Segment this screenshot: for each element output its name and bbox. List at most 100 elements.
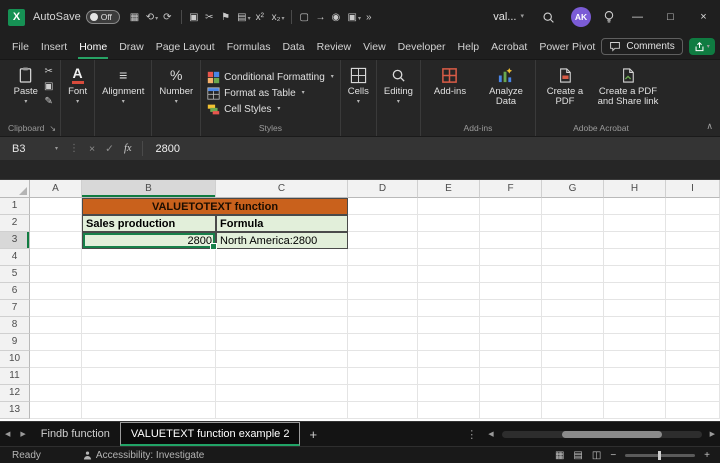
cell-I10[interactable] [666,351,720,368]
cell-E5[interactable] [418,266,480,283]
cell-F12[interactable] [480,385,542,402]
clipboard-dialog-launcher[interactable]: ↘ [49,124,56,133]
cell-E1[interactable] [418,198,480,215]
cell-I5[interactable] [666,266,720,283]
cell-A10[interactable] [30,351,82,368]
zoom-out-button[interactable]: − [610,450,616,461]
forward-icon[interactable]: → [313,10,328,25]
cell-C4[interactable] [216,249,348,266]
cell-G5[interactable] [542,266,604,283]
cell-H1[interactable] [604,198,666,215]
cell-H12[interactable] [604,385,666,402]
cell-G4[interactable] [542,249,604,266]
cell-D7[interactable] [348,300,418,317]
cell-B13[interactable] [82,402,216,419]
cell-I13[interactable] [666,402,720,419]
normal-view-icon[interactable]: ▦ [555,450,564,461]
cell-B11[interactable] [82,368,216,385]
ribbon-tab-power-pivot[interactable]: Power Pivot [533,34,601,59]
cell-B2[interactable]: Sales production [82,215,216,232]
cell-D8[interactable] [348,317,418,334]
cell-A2[interactable] [30,215,82,232]
cell-D4[interactable] [348,249,418,266]
cell-B6[interactable] [82,283,216,300]
cell-I9[interactable] [666,334,720,351]
new-file-icon[interactable]: ▢ [297,10,312,25]
column-header-G[interactable]: G [542,180,604,198]
save-icon[interactable]: ▦ [128,10,143,25]
flag-icon[interactable]: ⚑ [219,10,234,25]
cell-A6[interactable] [30,283,82,300]
ribbon-tab-file[interactable]: File [6,34,35,59]
sheet-nav-right-icon[interactable]: ▶ [15,430,30,438]
column-header-E[interactable]: E [418,180,480,198]
confirm-entry-icon[interactable]: ✓ [100,143,119,155]
cell-H13[interactable] [604,402,666,419]
maximize-button[interactable]: □ [654,0,687,34]
cell-G6[interactable] [542,283,604,300]
column-header-C[interactable]: C [216,180,348,198]
row-header-13[interactable]: 13 [0,402,30,419]
cell-E13[interactable] [418,402,480,419]
cell-I2[interactable] [666,215,720,232]
row-header-8[interactable]: 8 [0,317,30,334]
comments-button[interactable]: Comments [601,38,682,55]
cell-B9[interactable] [82,334,216,351]
row-header-11[interactable]: 11 [0,368,30,385]
cell-D1[interactable] [348,198,418,215]
namebox-resizer[interactable]: ⋮ [64,143,84,154]
screenshot-icon[interactable]: ▣▾ [345,10,362,25]
avatar[interactable]: AK [571,7,591,27]
format-as-table-button[interactable]: Format as Table ▾ [205,85,336,101]
cell-H3[interactable] [604,232,666,249]
cell-F1[interactable] [480,198,542,215]
cell-D12[interactable] [348,385,418,402]
tab-options-icon[interactable]: ⋮ [460,428,483,441]
subscript-icon[interactable]: x₂▾ [270,10,287,25]
cell-B3[interactable]: 2800 [82,232,216,249]
ribbon-tab-formulas[interactable]: Formulas [221,34,277,59]
share-button[interactable]: ▾ [689,38,715,55]
cell-E9[interactable] [418,334,480,351]
cell-G9[interactable] [542,334,604,351]
hscroll-left-icon[interactable]: ◀ [483,430,498,438]
cell-I7[interactable] [666,300,720,317]
cell-E10[interactable] [418,351,480,368]
cell-C8[interactable] [216,317,348,334]
cut-icon[interactable]: ✂ [203,10,218,25]
more-commands-icon[interactable]: » [364,10,379,25]
cell-G13[interactable] [542,402,604,419]
cell-F3[interactable] [480,232,542,249]
collapse-ribbon-button[interactable]: ∧ [706,121,713,132]
minimize-button[interactable]: — [621,0,654,34]
cell-A13[interactable] [30,402,82,419]
cell-I6[interactable] [666,283,720,300]
column-header-D[interactable]: D [348,180,418,198]
cell-A1[interactable] [30,198,82,215]
cell-E3[interactable] [418,232,480,249]
cell-A8[interactable] [30,317,82,334]
clipboard-icon[interactable]: ▣ [187,10,202,25]
insert-function-button[interactable]: fx [119,143,137,154]
row-header-10[interactable]: 10 [0,351,30,368]
cell-I3[interactable] [666,232,720,249]
zoom-slider[interactable] [625,454,695,457]
formula-input[interactable]: 2800 [148,143,180,155]
cell-E6[interactable] [418,283,480,300]
row-header-5[interactable]: 5 [0,266,30,283]
cell-A4[interactable] [30,249,82,266]
cell-E12[interactable] [418,385,480,402]
analyze-data-button[interactable]: Analyze Data [481,63,531,109]
cell-B8[interactable] [82,317,216,334]
cell-E8[interactable] [418,317,480,334]
close-button[interactable]: × [687,0,720,34]
zoom-in-button[interactable]: + [704,450,710,461]
cell-H5[interactable] [604,266,666,283]
cell-C5[interactable] [216,266,348,283]
cell-H6[interactable] [604,283,666,300]
horizontal-scrollbar[interactable] [502,431,702,438]
ribbon-tab-acrobat[interactable]: Acrobat [485,34,533,59]
paste-button[interactable]: Paste ▾ [11,63,41,107]
cell-F13[interactable] [480,402,542,419]
cell-D10[interactable] [348,351,418,368]
